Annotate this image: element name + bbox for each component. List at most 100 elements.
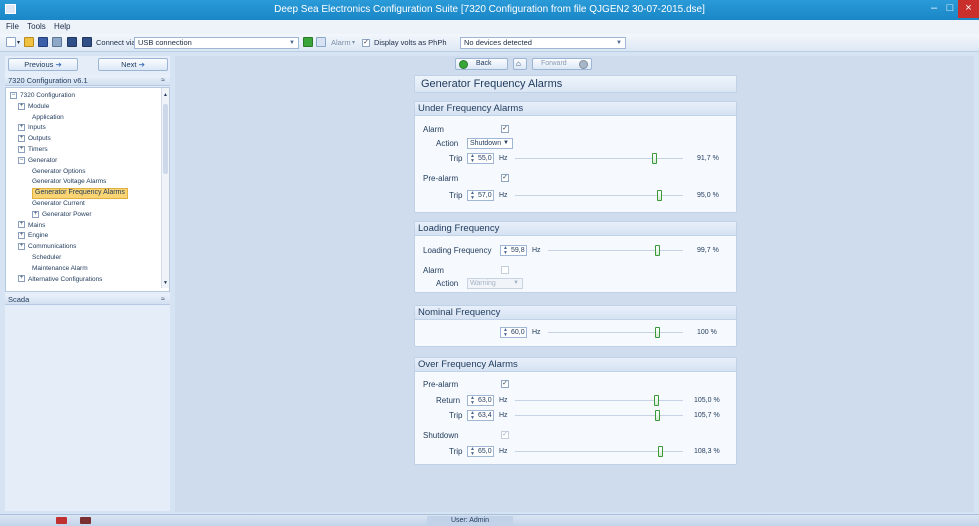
spinner-arrows-icon[interactable]: ▲ ▼: [470, 447, 475, 457]
expand-icon[interactable]: +: [18, 221, 25, 229]
config-panel-title: 7320 Configuration v6.1: [8, 76, 88, 85]
tree-item[interactable]: + Engine: [18, 231, 48, 240]
expand-icon[interactable]: +: [18, 102, 25, 110]
tree-item[interactable]: Maintenance Alarm: [32, 264, 88, 273]
collapse-icon[interactable]: −: [18, 156, 25, 164]
next-button[interactable]: Next ➔: [98, 58, 168, 71]
loading-frequency-slider-track[interactable]: [548, 250, 683, 251]
tree-item[interactable]: + Module: [18, 102, 49, 111]
maximize-button[interactable]: □: [942, 0, 958, 18]
nominal-frequency-slider-track[interactable]: [548, 332, 683, 333]
menu-help[interactable]: Help: [54, 20, 70, 34]
expand-icon[interactable]: +: [32, 210, 39, 218]
uf-prealarm-checkbox[interactable]: ✓: [501, 174, 509, 182]
tree-item[interactable]: Generator Frequency Alarms: [32, 188, 128, 200]
tree-item[interactable]: + Alternative Configurations: [18, 275, 102, 284]
alarm-button[interactable]: Alarm: [331, 37, 351, 49]
expand-icon[interactable]: +: [18, 145, 25, 153]
uf-trip-slider-track[interactable]: [515, 158, 683, 159]
spinner-arrows-icon[interactable]: ▲ ▼: [503, 246, 508, 256]
expand-icon[interactable]: +: [18, 232, 25, 240]
of-return-slider-thumb[interactable]: [654, 395, 659, 406]
of-prealarm-checkbox[interactable]: ✓: [501, 380, 509, 388]
read-from-module-icon[interactable]: [67, 37, 77, 47]
scroll-up-icon[interactable]: ▲: [163, 92, 168, 98]
home-button[interactable]: ⌂: [513, 58, 527, 70]
scada-panel-header[interactable]: Scada ≈: [5, 294, 170, 305]
tree-item[interactable]: −7320 Configuration: [10, 91, 75, 100]
scroll-down-icon[interactable]: ▼: [163, 280, 168, 286]
spinner-arrows-icon[interactable]: ▲ ▼: [470, 396, 475, 406]
previous-button[interactable]: Previous ➔: [8, 58, 78, 71]
collapse-icon[interactable]: ≈: [161, 75, 165, 86]
tree-item[interactable]: + Communications: [18, 242, 76, 251]
uf-alarm-checkbox[interactable]: ✓: [501, 125, 509, 133]
loading-frequency-spinner[interactable]: ▲ ▼ 59,8: [500, 245, 527, 256]
spinner-arrows-icon[interactable]: ▲ ▼: [470, 191, 475, 201]
nominal-frequency-spinner[interactable]: ▲ ▼ 60,0: [500, 327, 527, 338]
of-shutdown-checkbox[interactable]: ✓: [501, 431, 509, 439]
connect-icon[interactable]: [303, 37, 313, 47]
tree-item[interactable]: Generator Options: [32, 167, 85, 176]
tree-item[interactable]: − Generator: [18, 156, 57, 165]
expand-icon[interactable]: +: [18, 242, 25, 250]
tree-item[interactable]: + Inputs: [18, 123, 46, 132]
uf-trip-spinner[interactable]: ▲ ▼ 55,0: [467, 153, 494, 164]
display-volts-checkbox[interactable]: ✓: [362, 39, 370, 47]
arrow-icon: ➔: [138, 60, 145, 69]
nominal-frequency-slider-thumb[interactable]: [655, 327, 660, 338]
loading-frequency-label: Loading Frequency: [423, 246, 492, 255]
expand-icon[interactable]: +: [18, 134, 25, 142]
tree-item[interactable]: + Outputs: [18, 134, 51, 143]
uf-trip-slider-thumb[interactable]: [652, 153, 658, 164]
display-volts-label: Display volts as PhPh: [374, 38, 447, 47]
of-trip-slider-thumb[interactable]: [655, 410, 660, 421]
print-icon[interactable]: [52, 37, 62, 47]
expand-icon[interactable]: +: [18, 124, 25, 132]
new-file-icon[interactable]: [6, 37, 16, 47]
tree-item[interactable]: Application: [32, 113, 64, 122]
forward-button[interactable]: Forward: [532, 58, 592, 70]
device-select[interactable]: No devices detected ▼: [460, 37, 626, 49]
spinner-arrows-icon[interactable]: ▲ ▼: [503, 328, 508, 338]
tree-item[interactable]: Generator Voltage Alarms: [32, 177, 106, 186]
spinner-arrows-icon[interactable]: ▲ ▼: [470, 411, 475, 421]
open-folder-icon[interactable]: [24, 37, 34, 47]
loading-alarm-checkbox[interactable]: [501, 266, 509, 274]
tree-item[interactable]: + Generator Power: [32, 210, 92, 219]
back-button[interactable]: Back: [455, 58, 508, 70]
loading-frequency-slider-thumb[interactable]: [655, 245, 660, 256]
connection-select[interactable]: USB connection ▼: [134, 37, 299, 49]
tree-item[interactable]: + Mains: [18, 221, 45, 230]
tree-scrollbar[interactable]: ▲ ▼: [161, 88, 169, 288]
uf-pre-trip-spinner[interactable]: ▲ ▼ 57,0: [467, 190, 494, 201]
collapse-icon[interactable]: −: [10, 91, 17, 99]
close-button[interactable]: ×: [958, 0, 979, 18]
of-shutdown-trip-slider-thumb[interactable]: [658, 446, 663, 457]
tree-item-label: Timers: [28, 146, 48, 153]
config-panel-header[interactable]: 7320 Configuration v6.1 ≈: [5, 75, 170, 86]
minimize-button[interactable]: –: [926, 0, 942, 18]
scrollbar-thumb[interactable]: [163, 104, 168, 174]
of-return-spinner[interactable]: ▲ ▼ 63,0: [467, 395, 494, 406]
write-to-module-icon[interactable]: [82, 37, 92, 47]
tree-item-label: Module: [28, 102, 50, 110]
of-trip-label: Trip: [449, 411, 463, 420]
spinner-arrows-icon[interactable]: ▲ ▼: [470, 154, 475, 164]
loading-action-select[interactable]: Warning ▼: [467, 278, 523, 289]
tree-item[interactable]: Scheduler: [32, 253, 61, 262]
alarm-dropdown-icon[interactable]: ▾: [352, 37, 355, 49]
uf-action-select[interactable]: Shutdown ▼: [467, 138, 513, 149]
menu-tools[interactable]: Tools: [27, 20, 46, 34]
uf-pre-trip-slider-thumb[interactable]: [657, 190, 663, 201]
of-shutdown-trip-spinner[interactable]: ▲ ▼ 65,0: [467, 446, 494, 457]
menu-file[interactable]: File: [6, 20, 19, 34]
tree-item[interactable]: + Timers: [18, 145, 48, 154]
scada-icon[interactable]: [316, 37, 326, 47]
of-trip-spinner[interactable]: ▲ ▼ 63,4: [467, 410, 494, 421]
new-dropdown-icon[interactable]: ▾: [17, 37, 20, 49]
tree-item[interactable]: Generator Current: [32, 199, 85, 208]
expand-icon[interactable]: ≈: [161, 294, 165, 305]
expand-icon[interactable]: +: [18, 275, 25, 283]
save-icon[interactable]: [38, 37, 48, 47]
